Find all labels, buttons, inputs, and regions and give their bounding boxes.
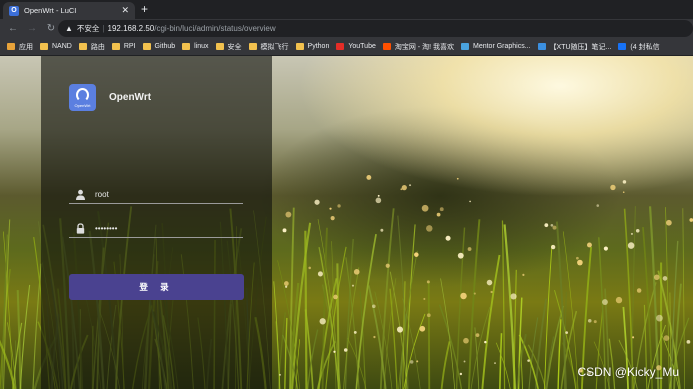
folder-icon — [182, 43, 191, 50]
bookmark-item[interactable]: Github — [142, 43, 176, 50]
mentor-icon — [460, 43, 469, 50]
login-page: OpenWrt OpenWrt 登 录 CSDN @Kicky_Mu — [0, 56, 693, 389]
bookmark-item[interactable]: NAND — [40, 43, 72, 50]
folder-icon — [78, 43, 87, 50]
bookmark-item[interactable]: YouTube — [336, 43, 376, 50]
reload-icon[interactable]: ↻ — [45, 23, 57, 34]
bookmark-label: NAND — [52, 43, 72, 50]
folder-icon — [248, 43, 257, 50]
zhihu-icon — [618, 43, 627, 50]
new-tab-icon[interactable]: + — [141, 2, 148, 17]
folder-icon — [40, 43, 48, 50]
bookmarks-bar: 应用 NAND 路由 RPI Github linux 安全 模拟飞行 Python YouTub… — [0, 38, 693, 56]
username-input[interactable] — [95, 188, 235, 201]
bookmark-item[interactable]: Mentor Graphics... — [460, 43, 531, 50]
bookmark-label: YouTube — [348, 43, 376, 50]
bookmark-item[interactable]: (4 封私信 — [618, 42, 660, 52]
bookmark-item[interactable]: 【XTU随压】笔记... — [537, 42, 612, 52]
bookmark-item[interactable]: RPI — [111, 43, 136, 50]
close-icon[interactable]: ✕ — [121, 5, 129, 16]
bookmark-label: RPI — [123, 43, 136, 50]
bookmark-label: (4 封私信 — [630, 43, 660, 51]
openwrt-favicon-icon: O — [9, 5, 19, 16]
tab-openwrt[interactable]: O OpenWrt - LuCI ✕ — [3, 2, 135, 19]
folder-icon — [111, 43, 120, 50]
security-label[interactable]: 不安全 — [77, 23, 100, 34]
back-icon[interactable]: ← — [7, 23, 19, 34]
bookmark-label: 路由 — [90, 43, 105, 51]
taobao-icon — [382, 43, 391, 50]
csdn-watermark: CSDN @Kicky_Mu — [577, 365, 679, 379]
browser-toolbar: ← → ↻ ▲ 不安全 | 192.168.2.50 /cgi-bin/luci… — [0, 19, 693, 38]
apps-grid-icon — [7, 43, 15, 50]
brand-title: OpenWrt — [109, 92, 152, 103]
bookmark-label: 应用 — [19, 43, 33, 51]
youtube-icon — [336, 43, 345, 50]
bookmark-label: 安全 — [227, 43, 242, 51]
bookmark-label: 模拟飞行 — [260, 43, 289, 51]
lock-icon — [76, 223, 85, 234]
login-button[interactable]: 登 录 — [69, 274, 244, 300]
separator: | — [102, 24, 105, 33]
bookmark-label: Mentor Graphics... — [472, 43, 531, 50]
bookmark-item[interactable]: 模拟飞行 — [248, 42, 289, 52]
folder-icon — [215, 43, 224, 50]
bookmark-item[interactable]: 淘宝网 - 淘! 我喜欢 — [382, 42, 454, 52]
address-bar[interactable]: ▲ 不安全 | 192.168.2.50 /cgi-bin/luci/admin… — [58, 20, 693, 37]
bookmark-item[interactable]: Python — [295, 43, 330, 50]
url-host[interactable]: 192.168.2.50 — [108, 24, 155, 33]
bookmark-label: linux — [194, 43, 209, 50]
bookmark-label: 【XTU随压】笔记... — [549, 43, 612, 51]
bookmark-label: 淘宝网 - 淘! 我喜欢 — [394, 43, 454, 51]
forward-icon[interactable]: → — [26, 23, 38, 34]
bookmark-item[interactable]: 路由 — [78, 42, 105, 52]
folder-icon — [142, 43, 151, 50]
url-path[interactable]: /cgi-bin/luci/admin/status/overview — [154, 24, 275, 33]
bookmark-item[interactable]: 安全 — [215, 42, 242, 52]
password-field — [69, 221, 243, 238]
note-icon — [537, 43, 546, 50]
user-icon — [76, 189, 85, 200]
tab-bar: O OpenWrt - LuCI ✕ + — [0, 0, 693, 19]
username-field — [69, 187, 243, 204]
folder-icon — [295, 43, 304, 50]
openwrt-logo: OpenWrt — [69, 84, 96, 111]
bookmark-label: Github — [154, 43, 176, 50]
password-input[interactable] — [95, 222, 235, 235]
tab-title: OpenWrt - LuCI — [24, 6, 77, 15]
warning-icon[interactable]: ▲ — [65, 24, 73, 33]
login-panel: OpenWrt OpenWrt 登 录 — [41, 56, 272, 389]
bookmark-item[interactable]: linux — [182, 43, 209, 50]
bookmark-item[interactable]: 应用 — [7, 42, 33, 52]
bookmark-label: Python — [307, 43, 330, 50]
